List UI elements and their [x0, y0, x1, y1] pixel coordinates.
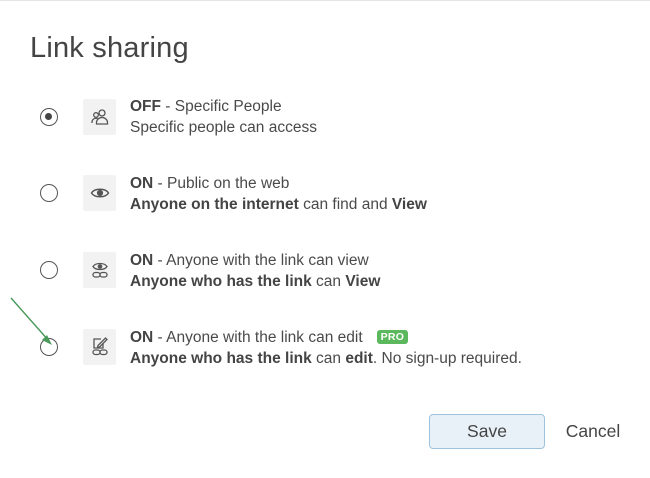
radio-off-specific-people[interactable] [40, 108, 58, 126]
cancel-button[interactable]: Cancel [558, 414, 628, 449]
eye-link-icon [83, 252, 116, 288]
radio-public-on-web[interactable] [40, 184, 58, 202]
status-label: ON [130, 175, 154, 192]
status-label: ON [130, 252, 154, 269]
radio-link-view[interactable] [40, 261, 58, 279]
pro-badge: PRO [376, 330, 409, 344]
option-text: ON - Anyone with the link can edit PRO An… [130, 327, 522, 369]
link-sharing-dialog: Link sharing OFF - Specific People Speci… [0, 0, 650, 477]
status-label: ON [130, 329, 154, 346]
status-label: OFF [130, 98, 161, 115]
option-description: can [311, 350, 346, 367]
option-public-on-web[interactable]: ON - Public on the web Anyone on the int… [0, 172, 650, 232]
dialog-title: Link sharing [30, 32, 189, 64]
option-off-specific-people[interactable]: OFF - Specific People Specific people ca… [0, 95, 650, 155]
option-description: Specific people can access [130, 119, 317, 136]
annotation-arrow-icon [10, 297, 52, 345]
eye-icon [83, 175, 116, 211]
option-title: - Anyone with the link can edit [153, 329, 363, 346]
option-description-bold: Anyone on the internet [130, 196, 299, 213]
option-description-bold: Anyone who has the link [130, 273, 312, 290]
option-description: . No sign-up required. [372, 350, 522, 367]
option-text: ON - Public on the web Anyone on the int… [130, 173, 427, 215]
save-button[interactable]: Save [429, 414, 545, 449]
radio-link-edit[interactable] [40, 338, 58, 356]
edit-link-icon [83, 329, 116, 365]
option-text: ON - Anyone with the link can view Anyon… [130, 250, 380, 292]
option-link-view[interactable]: ON - Anyone with the link can view Anyon… [0, 249, 650, 309]
option-description-bold: Anyone who has the link [130, 350, 312, 367]
option-description-bold: View [391, 196, 427, 213]
option-text: OFF - Specific People Specific people ca… [130, 96, 317, 138]
option-title: - Anyone with the link can view [153, 252, 369, 269]
option-title: - Public on the web [153, 175, 290, 192]
option-description-bold: View [345, 273, 381, 290]
option-description: can find and [298, 196, 392, 213]
option-title: - Specific People [161, 98, 282, 115]
option-link-edit[interactable]: ON - Anyone with the link can edit PRO An… [0, 326, 650, 386]
people-icon [83, 99, 116, 135]
option-description: can [311, 273, 346, 290]
option-description-bold: edit [345, 350, 373, 367]
